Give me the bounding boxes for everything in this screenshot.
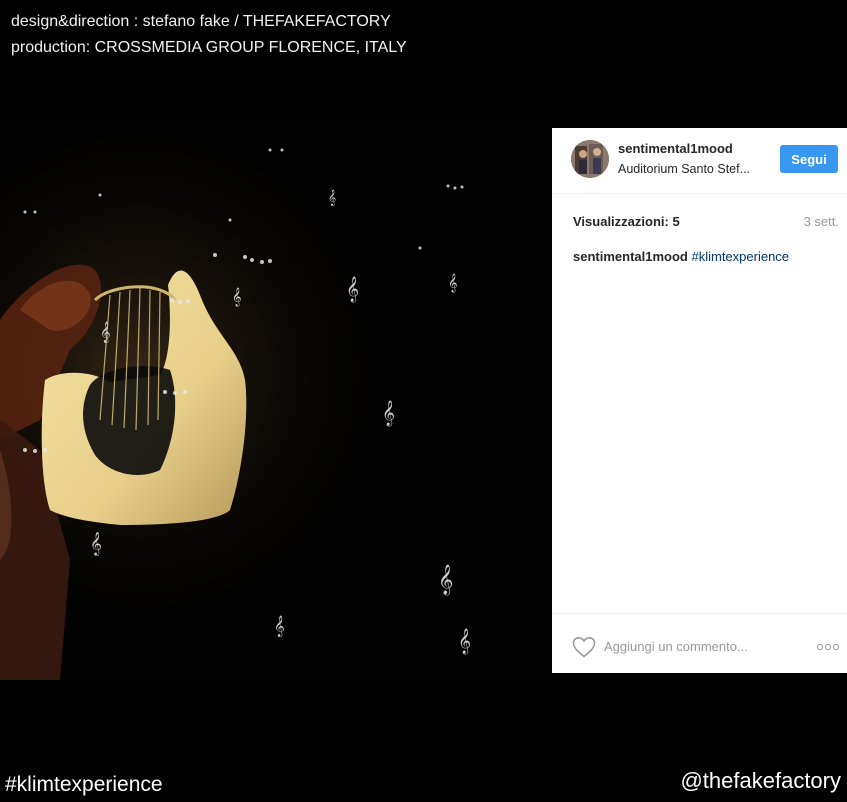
treble-clef-icon: 𝄞 [232, 287, 241, 307]
caption-username[interactable]: sentimental1mood [573, 249, 688, 264]
views-count: Visualizzazioni: 5 [573, 214, 680, 229]
video-frame: 𝄞 𝄞 𝄞 𝄞 𝄞 𝄞 𝄞 𝄞 𝄞 𝄞 [0, 120, 552, 680]
footer-hashtag: #klimtexperience [5, 773, 163, 796]
instagram-post-panel: sentimental1mood Auditorium Santo Stef..… [552, 128, 847, 673]
treble-clef-icon: 𝄞 [458, 628, 471, 654]
comment-bar [552, 613, 847, 673]
views-row: Visualizzazioni: 5 3 sett. [573, 214, 839, 229]
treble-clef-icon: 𝄞 [448, 273, 457, 293]
credits-line-production: production: CROSSMEDIA GROUP FLORENCE, I… [11, 39, 407, 56]
post-username[interactable]: sentimental1mood [618, 141, 733, 156]
post-header: sentimental1mood Auditorium Santo Stef..… [552, 128, 847, 194]
treble-clef-icon: 𝄞 [274, 616, 285, 637]
credits-overlay: design&direction : stefano fake / THEFAK… [11, 9, 407, 61]
heart-icon[interactable] [572, 636, 596, 658]
caption-hashtag-link[interactable]: #klimtexperience [691, 249, 789, 264]
footer-handle: @thefakefactory [680, 768, 841, 793]
follow-button[interactable]: Segui [780, 145, 838, 173]
treble-clef-icon: 𝄞 [438, 564, 453, 596]
comment-input[interactable] [604, 634, 799, 658]
more-options-icon[interactable] [816, 642, 840, 652]
post-location[interactable]: Auditorium Santo Stef... [618, 162, 750, 176]
post-caption: sentimental1mood #klimtexperience [573, 249, 789, 264]
treble-clef-icon: 𝄞 [100, 322, 111, 343]
treble-clef-icon: 𝄞 [90, 531, 102, 556]
credits-line-direction: design&direction : stefano fake / THEFAK… [11, 13, 391, 30]
treble-clef-icon: 𝄞 [328, 190, 336, 206]
treble-clef-icon: 𝄞 [382, 400, 395, 426]
treble-clef-icon: 𝄞 [346, 276, 359, 302]
post-timestamp[interactable]: 3 sett. [804, 214, 839, 229]
avatar[interactable] [571, 140, 609, 178]
